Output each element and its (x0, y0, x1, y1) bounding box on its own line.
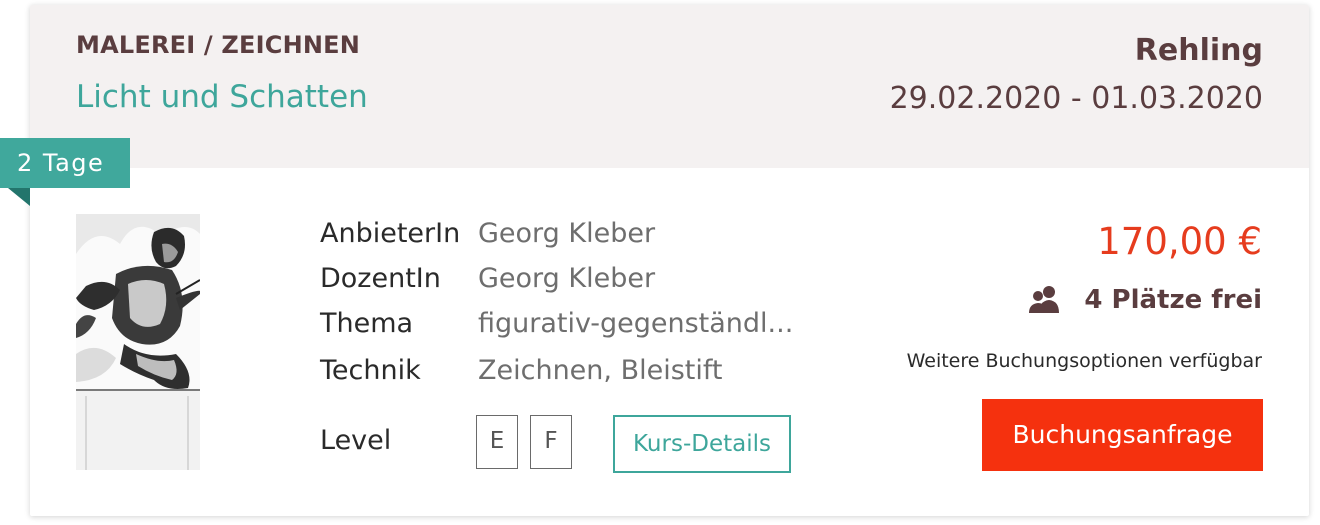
level-badge-f: F (530, 415, 572, 469)
people-icon (1028, 285, 1062, 315)
lecturer-value: Georg Kleber (478, 263, 656, 294)
duration-badge-fold (8, 188, 30, 206)
provider-label: AnbieterIn (320, 218, 461, 249)
provider-value: Georg Kleber (478, 218, 656, 249)
free-places-label: 4 Plätze frei (1084, 285, 1262, 315)
course-price: 170,00 € (1097, 220, 1262, 263)
booking-options-note: Weitere Buchungsoptionen verfügbar (906, 350, 1262, 372)
course-thumbnail[interactable] (76, 214, 200, 470)
duration-badge: 2 Tage (0, 138, 130, 188)
course-card-header: MALEREI / ZEICHNEN Licht und Schatten Re… (30, 5, 1309, 168)
lecturer-label: DozentIn (320, 263, 441, 294)
topic-label: Thema (320, 308, 414, 339)
level-label: Level (320, 425, 392, 456)
course-location: Rehling (1134, 33, 1263, 68)
course-category: MALEREI / ZEICHNEN (76, 31, 361, 59)
topic-value: figurativ-gegenständl... (478, 308, 794, 339)
booking-request-button[interactable]: Buchungsanfrage (982, 399, 1263, 471)
level-badge-e: E (476, 415, 518, 469)
technique-label: Technik (320, 355, 421, 386)
course-details-button[interactable]: Kurs-Details (613, 415, 791, 473)
free-places: 4 Plätze frei (1028, 285, 1262, 315)
sketch-figure-image (76, 214, 200, 470)
course-dates: 29.02.2020 - 01.03.2020 (889, 81, 1263, 116)
technique-value: Zeichnen, Bleistift (478, 355, 723, 386)
course-title[interactable]: Licht und Schatten (76, 79, 368, 115)
